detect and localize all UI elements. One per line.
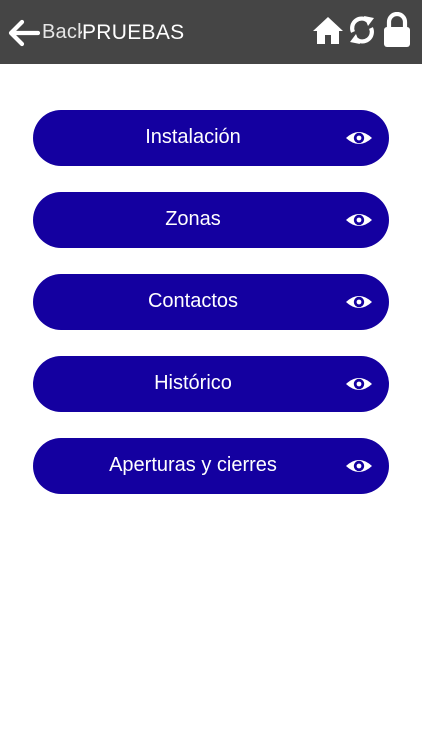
eye-icon[interactable] [345,124,373,152]
lock-button[interactable] [380,11,414,49]
menu-item-historico[interactable]: Histórico [33,356,389,412]
back-button[interactable] [8,18,40,48]
home-icon [312,15,344,50]
menu-item-aperturas-cierres[interactable]: Aperturas y cierres [33,438,389,494]
menu-item-zonas[interactable]: Zonas [33,192,389,248]
eye-icon[interactable] [345,370,373,398]
sync-icon [347,14,377,51]
menu-item-label: Histórico [154,372,232,394]
menu-item-label: Contactos [147,290,239,312]
home-button[interactable] [311,15,345,49]
back-label[interactable]: Back [42,21,82,44]
menu-item-label: Instalación [145,126,241,148]
eye-icon[interactable] [345,288,373,316]
sync-button[interactable] [345,15,379,49]
page-title: PRUEBAS [82,21,185,44]
arrow-left-icon [8,19,40,47]
menu-item-label: Aperturas y cierres [109,454,277,476]
menu-item-label: Zonas [165,208,221,230]
top-bar: Back PRUEBAS [0,0,422,64]
menu-item-instalacion[interactable]: Instalación [33,110,389,166]
menu-item-contactos[interactable]: Contactos [33,274,389,330]
eye-icon[interactable] [345,206,373,234]
eye-icon[interactable] [345,452,373,480]
lock-icon [381,11,413,53]
